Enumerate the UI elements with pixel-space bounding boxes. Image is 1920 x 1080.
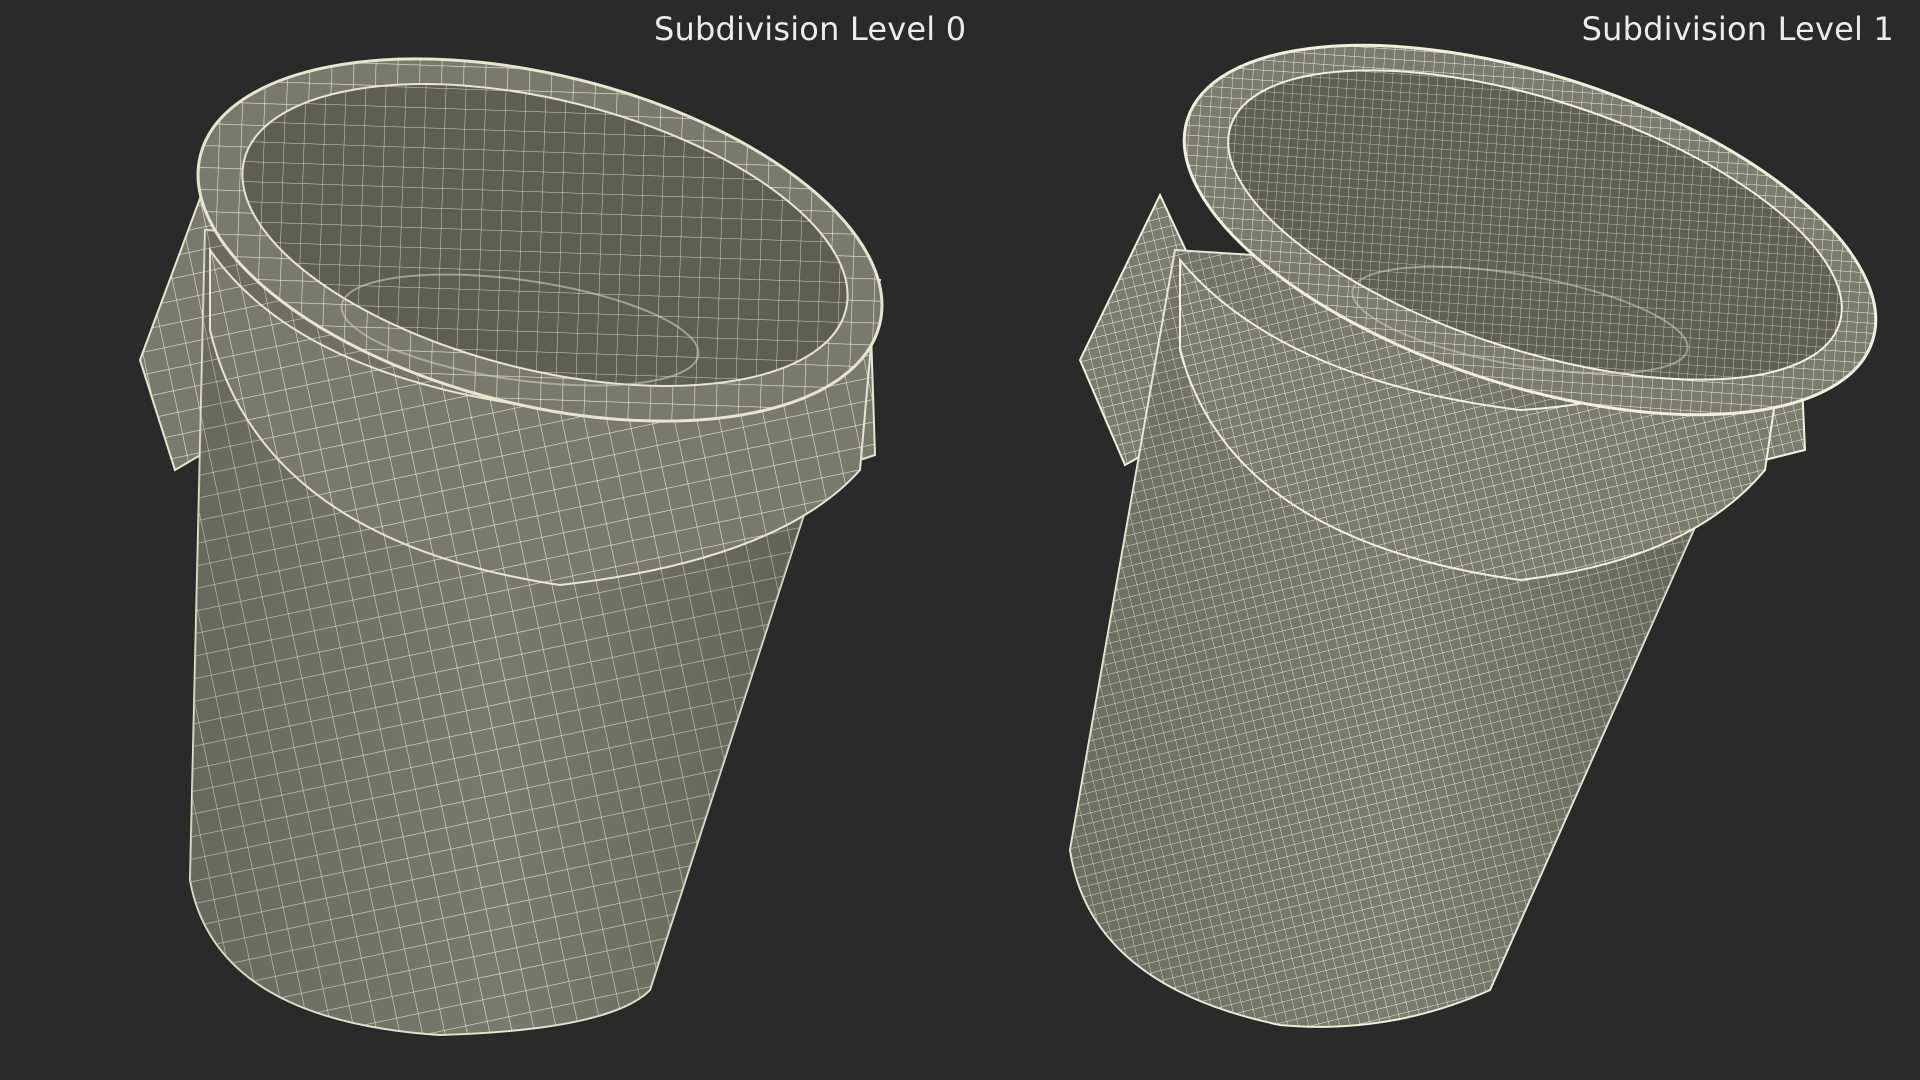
- render-viewport: Subdivision Level 0 Subdivision Level 1: [0, 0, 1920, 1080]
- trash-can-mesh-level-1: [1068, 43, 1878, 1028]
- trash-can-mesh-level-0: [138, 57, 884, 1037]
